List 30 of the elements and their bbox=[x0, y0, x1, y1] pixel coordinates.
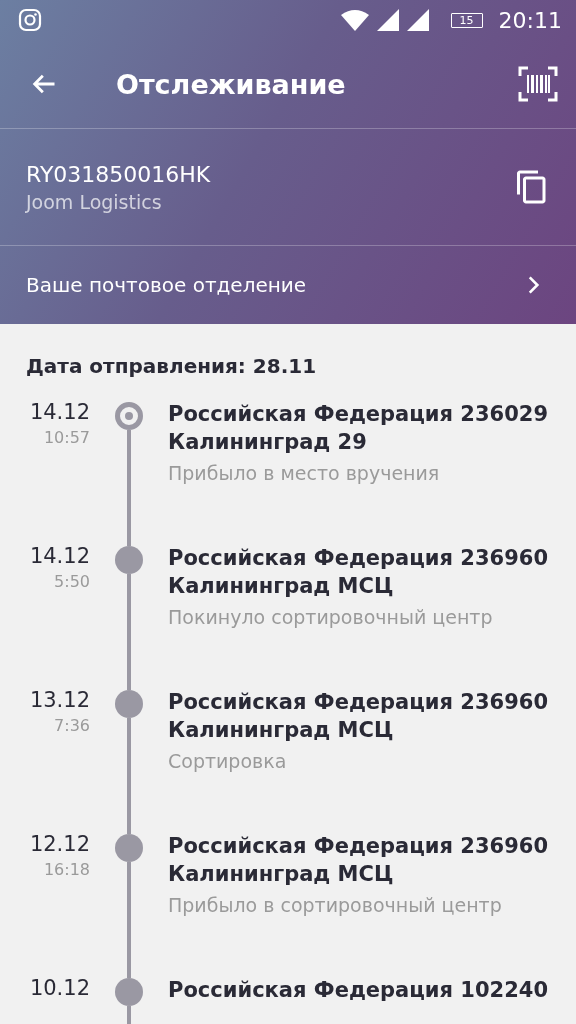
barcode-scan-icon[interactable] bbox=[518, 66, 558, 102]
event-time: 5:50 bbox=[54, 572, 90, 591]
event-date: 14.12 bbox=[29, 544, 90, 568]
battery-icon: 15 bbox=[450, 12, 483, 28]
event-time: 16:18 bbox=[43, 860, 90, 879]
event-status: Покинуло сортировочный центр bbox=[168, 606, 494, 628]
dispatch-date: Дата отправления: 28.11 bbox=[25, 354, 318, 378]
wifi-icon bbox=[340, 9, 369, 31]
signal-icon bbox=[406, 9, 429, 31]
event-date: 10.12 bbox=[29, 976, 90, 1000]
event-location: Российская Федерация 236960 Калининград МСЦ bbox=[168, 689, 550, 744]
screen-title: Отслеживание bbox=[116, 68, 346, 100]
event-status: Прибыло в место вручения bbox=[168, 462, 441, 484]
event-time: 7:36 bbox=[54, 716, 90, 735]
clock-time: 20:11 bbox=[498, 7, 562, 33]
tracking-number: RY031850016HK bbox=[26, 161, 212, 187]
event-date: 14.12 bbox=[29, 400, 90, 424]
event-time: 10:57 bbox=[43, 428, 90, 447]
event-location: Российская Федерация 236029 Калининград 29 bbox=[168, 401, 550, 456]
event-location: Российская Федерация 102240 bbox=[168, 977, 550, 1004]
event-location: Российская Федерация 236960 Калининград МСЦ bbox=[168, 833, 550, 888]
signal-icon bbox=[376, 9, 399, 31]
event-date: 12.12 bbox=[29, 832, 90, 856]
event-date: 13.12 bbox=[29, 688, 90, 712]
event-status: Сортировка bbox=[168, 750, 288, 772]
post-office-link[interactable]: Ваше почтовое отделение bbox=[0, 246, 576, 324]
event-status: Прибыло в сортировочный центр bbox=[168, 894, 503, 916]
instagram-icon bbox=[18, 8, 42, 32]
carrier-name: Joom Logistics bbox=[26, 190, 163, 213]
event-location: Российская Федерация 236960 Калининград МСЦ bbox=[168, 545, 550, 600]
